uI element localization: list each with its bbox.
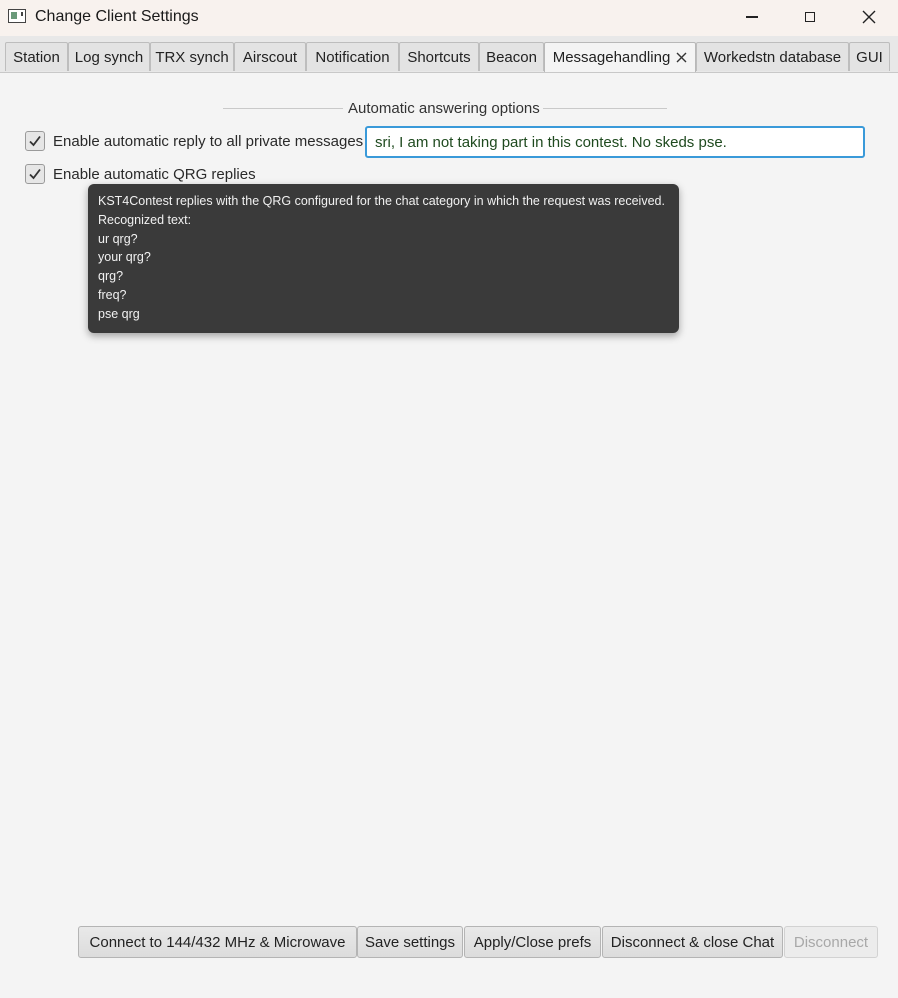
disconnect-button[interactable]: Disconnect [784,926,878,958]
auto-reply-option[interactable]: Enable automatic reply to all private me… [25,131,363,151]
tooltip-line: freq? [98,287,127,302]
section-divider [543,108,667,109]
apply-close-prefs-button[interactable]: Apply/Close prefs [464,926,601,958]
tooltip-line: Recognized text: [98,212,192,227]
window-title: Change Client Settings [35,8,199,25]
tab-station[interactable]: Station [5,42,68,71]
tab-log-synch[interactable]: Log synch [68,42,150,71]
tab-label: TRX synch [155,48,229,66]
qrg-reply-option[interactable]: Enable automatic QRG replies [25,164,256,184]
tab-label: Log synch [74,48,144,66]
tab-close-icon[interactable] [676,52,687,63]
tooltip-line: ur qrg? [98,231,138,246]
tab-label: GUI [856,48,883,66]
tab-beacon[interactable]: Beacon [479,42,544,71]
auto-reply-label: Enable automatic reply to all private me… [53,132,364,150]
disconnect-close-chat-button[interactable]: Disconnect & close Chat [602,926,783,958]
tab-label: Messagehandling [552,49,671,66]
qrg-reply-checkbox[interactable] [25,164,45,184]
settings-window: Change Client Settings Station Log synch… [0,0,898,998]
tab-content: Automatic answering options Enable autom… [0,72,898,998]
maximize-icon [805,12,815,22]
auto-reply-checkbox[interactable] [25,131,45,151]
tab-trx-synch[interactable]: TRX synch [150,42,234,71]
tab-workedstn-database[interactable]: Workedstn database [696,42,849,71]
section-header: Automatic answering options [223,100,667,118]
tab-shortcuts[interactable]: Shortcuts [399,42,479,71]
tab-gui[interactable]: GUI [849,42,890,71]
close-button[interactable] [840,0,898,34]
tab-notification[interactable]: Notification [306,42,399,71]
minimize-icon [746,16,758,18]
tooltip-line: pse qrg [98,306,140,321]
connect-button[interactable]: Connect to 144/432 MHz & Microwave [78,926,357,958]
tab-label: Shortcuts [407,48,471,66]
minimize-button[interactable] [723,0,781,34]
qrg-reply-label: Enable automatic QRG replies [53,165,256,183]
tab-messagehandling[interactable]: Messagehandling [544,42,696,72]
maximize-button[interactable] [781,0,839,34]
tooltip-line: your qrg? [98,250,151,265]
qrg-reply-tooltip: KST4Contest replies with the QRG configu… [88,184,679,333]
tab-label: Airscout [242,48,298,66]
app-icon [8,9,26,23]
close-icon [862,10,876,24]
tab-label: Workedstn database [703,48,842,66]
tab-label: Beacon [486,48,537,66]
tab-bar: Station Log synch TRX synch Airscout Not… [0,36,898,73]
tab-airscout[interactable]: Airscout [234,42,306,71]
tooltip-line: KST4Contest replies with the QRG configu… [98,194,665,208]
tab-label: Notification [315,48,390,66]
title-bar: Change Client Settings [0,0,898,36]
section-title: Automatic answering options [348,100,540,117]
checkmark-icon [29,135,41,147]
section-divider [223,108,343,109]
save-settings-button[interactable]: Save settings [357,926,463,958]
tab-label: Station [13,48,60,66]
tooltip-line: qrg? [98,269,124,284]
checkmark-icon [29,168,41,180]
auto-reply-text-input[interactable]: sri, I am not taking part in this contes… [365,126,865,158]
